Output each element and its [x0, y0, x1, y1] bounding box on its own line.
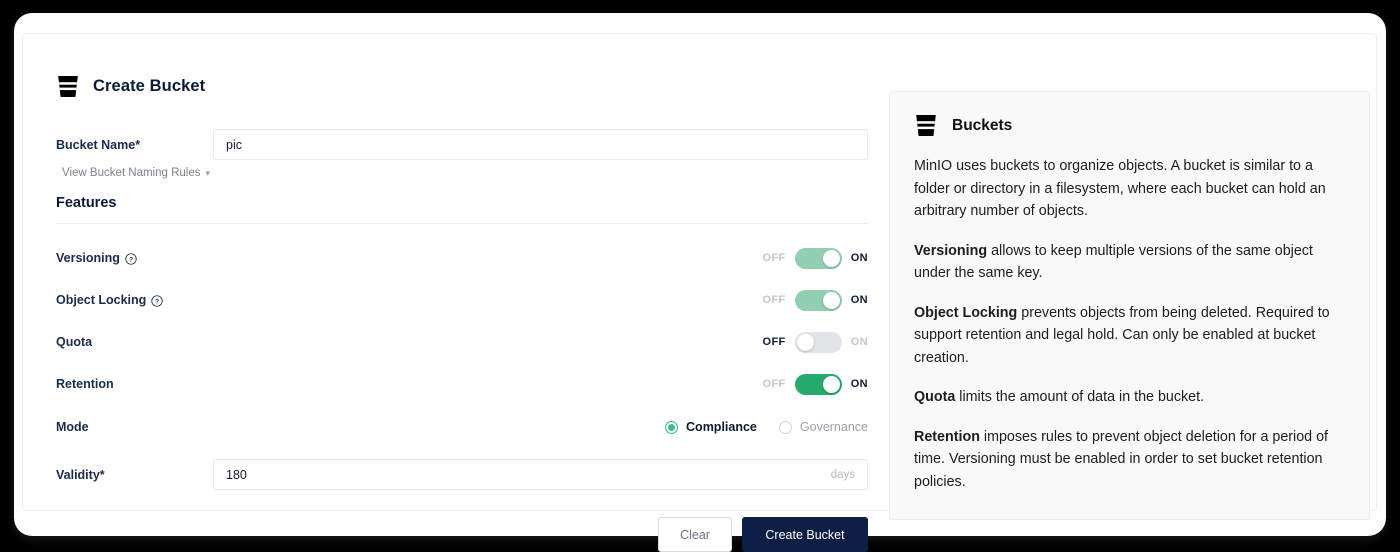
bucket-name-input[interactable]: pic — [213, 129, 868, 160]
retention-label: Retention — [56, 377, 213, 391]
quota-label-text: Quota — [56, 335, 92, 349]
app-window: Create Bucket Bucket Name* pic View Buck… — [14, 13, 1386, 536]
toggle-knob — [823, 376, 840, 393]
info-paragraph: MinIO uses buckets to organize objects. … — [914, 155, 1345, 223]
quota-off-label: OFF — [762, 336, 785, 348]
form-header: Create Bucket — [56, 74, 868, 99]
view-bucket-naming-rules-link[interactable]: View Bucket Naming Rules ▾ — [62, 167, 210, 179]
content-frame: Create Bucket Bucket Name* pic View Buck… — [22, 33, 1377, 511]
help-icon[interactable]: ? — [151, 293, 163, 307]
info-paragraph-bold: Versioning — [914, 243, 987, 259]
svg-text:?: ? — [155, 298, 159, 305]
bucket-icon — [56, 74, 80, 99]
quota-label: Quota — [56, 335, 213, 349]
features-heading: Features — [56, 195, 868, 211]
info-paragraph-bold: Retention — [914, 429, 980, 445]
bucket-name-row: Bucket Name* pic — [56, 129, 868, 160]
mode-option-governance[interactable]: Governance — [779, 420, 868, 434]
info-panel-header: Buckets — [914, 113, 1345, 138]
versioning-toggle-group[interactable]: OFF ON — [762, 248, 868, 269]
validity-row: Validity* 180 days — [56, 459, 868, 490]
create-bucket-form: Create Bucket Bucket Name* pic View Buck… — [56, 74, 868, 552]
versioning-row: Versioning ? OFF ON — [56, 243, 868, 273]
versioning-label-text: Versioning — [56, 251, 120, 265]
mode-radio-group[interactable]: Compliance Governance — [665, 420, 868, 434]
radio-icon — [779, 421, 792, 434]
create-bucket-button[interactable]: Create Bucket — [742, 517, 868, 552]
quota-toggle-group[interactable]: OFF ON — [762, 332, 868, 353]
info-paragraph: Retention imposes rules to prevent objec… — [914, 426, 1345, 494]
info-paragraph-text: limits the amount of data in the bucket. — [955, 389, 1204, 405]
object-locking-label: Object Locking ? — [56, 293, 213, 307]
mode-option-governance-label: Governance — [800, 420, 868, 434]
object-locking-toggle[interactable] — [795, 290, 842, 311]
mode-row: Mode Compliance Governance — [56, 412, 868, 442]
buckets-info-panel: Buckets MinIO uses buckets to organize o… — [889, 91, 1370, 520]
info-paragraph: Object Locking prevents objects from bei… — [914, 302, 1345, 370]
svg-text:?: ? — [129, 256, 133, 263]
bucket-icon — [914, 113, 938, 138]
mode-option-compliance-label: Compliance — [686, 420, 757, 434]
bucket-name-label: Bucket Name* — [56, 138, 213, 152]
toggle-knob — [797, 334, 814, 351]
bucket-name-value: pic — [226, 138, 855, 152]
retention-label-text: Retention — [56, 377, 114, 391]
validity-label: Validity* — [56, 468, 213, 482]
versioning-on-label: ON — [851, 252, 868, 264]
chevron-down-icon: ▾ — [206, 169, 211, 178]
features-divider — [56, 223, 868, 224]
validity-unit-suffix: days — [831, 469, 855, 481]
retention-off-label: OFF — [762, 378, 785, 390]
info-paragraph-text: MinIO uses buckets to organize objects. … — [914, 158, 1326, 219]
clear-button[interactable]: Clear — [658, 517, 732, 552]
help-icon[interactable]: ? — [125, 251, 137, 265]
mode-label: Mode — [56, 420, 213, 434]
form-actions: Clear Create Bucket — [56, 517, 868, 552]
page-title: Create Bucket — [93, 77, 205, 96]
object-locking-row: Object Locking ? OFF ON — [56, 285, 868, 315]
object-locking-on-label: ON — [851, 294, 868, 306]
info-paragraph: Quota limits the amount of data in the b… — [914, 386, 1345, 409]
radio-icon — [665, 421, 678, 434]
info-paragraph: Versioning allows to keep multiple versi… — [914, 240, 1345, 285]
object-locking-toggle-group[interactable]: OFF ON — [762, 290, 868, 311]
versioning-off-label: OFF — [762, 252, 785, 264]
retention-toggle-group[interactable]: OFF ON — [762, 374, 868, 395]
versioning-label: Versioning ? — [56, 251, 213, 265]
info-panel-title: Buckets — [952, 117, 1012, 135]
toggle-knob — [823, 292, 840, 309]
mode-option-compliance[interactable]: Compliance — [665, 420, 757, 434]
retention-on-label: ON — [851, 378, 868, 390]
quota-row: Quota OFF ON — [56, 327, 868, 357]
naming-rules-label: View Bucket Naming Rules — [62, 167, 201, 179]
info-paragraph-bold: Object Locking — [914, 305, 1017, 321]
toggle-knob — [823, 250, 840, 267]
quota-toggle[interactable] — [795, 332, 842, 353]
versioning-toggle[interactable] — [795, 248, 842, 269]
retention-toggle[interactable] — [795, 374, 842, 395]
validity-value: 180 — [226, 468, 831, 482]
object-locking-off-label: OFF — [762, 294, 785, 306]
object-locking-label-text: Object Locking — [56, 293, 146, 307]
validity-input[interactable]: 180 days — [213, 459, 868, 490]
info-paragraph-bold: Quota — [914, 389, 955, 405]
quota-on-label: ON — [851, 336, 868, 348]
retention-row: Retention OFF ON — [56, 369, 868, 399]
